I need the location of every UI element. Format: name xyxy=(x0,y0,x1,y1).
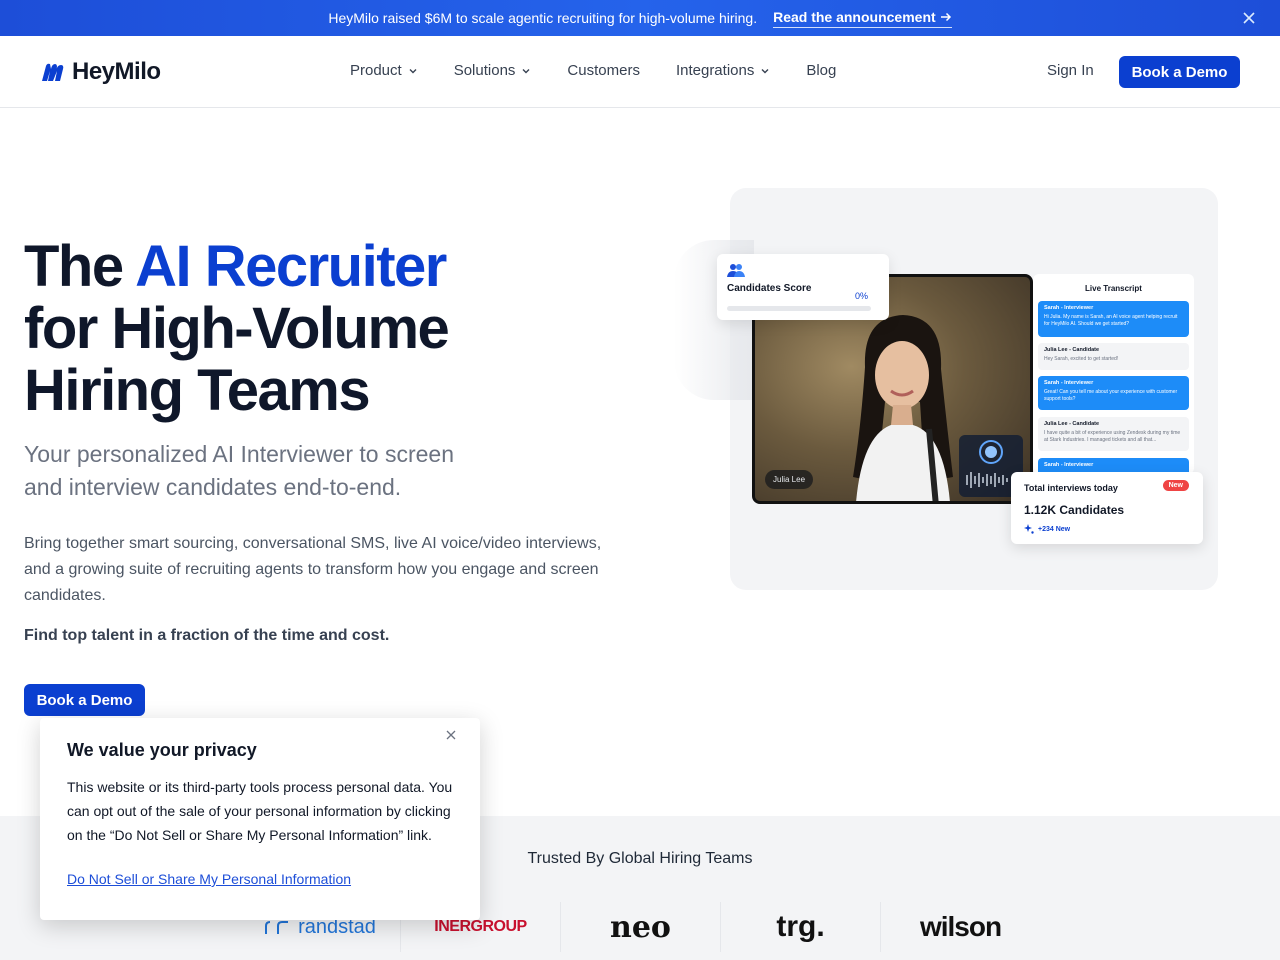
nav-item-label: Customers xyxy=(567,62,640,79)
brand-logo[interactable]: HeyMilo xyxy=(40,58,161,86)
nav-item-integrations[interactable]: Integrations xyxy=(676,62,770,79)
candidate-name-chip: Julia Lee xyxy=(765,470,814,489)
message-author: Sarah - Interviewer xyxy=(1044,462,1094,468)
nav-item-product[interactable]: Product xyxy=(350,62,418,79)
transcript-message: Sarah - Interviewer Great! Can you tell … xyxy=(1038,376,1189,410)
message-author: Sarah - Interviewer xyxy=(1044,380,1094,386)
hero-title-prefix: The xyxy=(24,234,124,299)
privacy-dialog: We value your privacy This website or it… xyxy=(40,718,480,920)
score-progress-bar xyxy=(727,306,871,311)
nav-item-label: Blog xyxy=(806,62,837,79)
users-icon xyxy=(727,264,745,277)
heymilo-logo-icon xyxy=(42,63,64,81)
chevron-down-icon xyxy=(409,68,417,73)
brand-name: HeyMilo xyxy=(72,58,161,85)
logo-text: neo xyxy=(610,909,671,945)
transcript-title: Live Transcript xyxy=(1085,284,1142,293)
hero-emphasis: Find top talent in a fraction of the tim… xyxy=(24,627,390,644)
nav-item-solutions[interactable]: Solutions xyxy=(454,62,532,79)
announcement-message: HeyMilo raised $6M to scale agentic recr… xyxy=(328,10,758,26)
randstad-mark-icon xyxy=(265,921,289,934)
candidates-score-card: Candidates Score 0% xyxy=(717,254,889,320)
main-menu: Product Solutions Customers Integrations… xyxy=(350,62,872,79)
logo-text: INERGROUP xyxy=(434,918,527,935)
score-label: Candidates Score xyxy=(727,283,812,294)
transcript-message: Sarah - Interviewer Hi Julia. My name is… xyxy=(1038,301,1189,337)
message-text: Hi Julia. My name is Sarah, an AI voice … xyxy=(1044,314,1178,327)
nav-item-label: Integrations xyxy=(675,62,755,79)
nav-book-demo-button[interactable]: Book a Demo xyxy=(1119,56,1240,88)
message-author: Sarah - Interviewer xyxy=(1044,305,1094,311)
announcement-link[interactable]: Read the announcement xyxy=(773,9,952,28)
privacy-text: This website or its third-party tools pr… xyxy=(67,779,453,843)
logo-text: wilson xyxy=(919,911,1002,942)
do-not-sell-link[interactable]: Do Not Sell or Share My Personal Informa… xyxy=(67,871,351,887)
new-badge: New xyxy=(1162,480,1189,491)
sparkle-icon xyxy=(1024,524,1034,534)
message-text: I have quite a bit of experience using Z… xyxy=(1044,430,1181,443)
privacy-title: We value your privacy xyxy=(67,740,257,760)
total-interviews-card: Total interviews today New 1.12K Candida… xyxy=(1011,472,1203,544)
message-author: Julia Lee - Candidate xyxy=(1044,421,1100,427)
announcement-link-label: Read the announcement xyxy=(773,8,936,25)
hero-title-accent: AI Recruiter xyxy=(135,234,447,299)
totals-delta-text: +234 New xyxy=(1038,525,1071,533)
chevron-down-icon xyxy=(761,68,769,73)
wilson-logo: wilson xyxy=(880,902,1040,952)
message-text: Great! Can you tell me about your experi… xyxy=(1044,389,1178,402)
live-transcript-panel: Live Transcript Sarah - Interviewer Hi J… xyxy=(1033,274,1194,474)
announcement-bar: HeyMilo raised $6M to scale agentic recr… xyxy=(0,0,1280,36)
hero-subtitle: Your personalized AI Interviewer to scre… xyxy=(24,441,455,500)
hero-description: Bring together smart sourcing, conversat… xyxy=(24,535,602,604)
logo-text: trg. xyxy=(776,910,825,943)
message-author: Julia Lee - Candidate xyxy=(1044,347,1100,353)
arrow-right-icon xyxy=(940,12,951,21)
nav-item-blog[interactable]: Blog xyxy=(806,62,836,79)
hero-title-line2: for High-Volume xyxy=(24,296,450,361)
hero-title-line3: Hiring Teams xyxy=(24,358,371,423)
top-navigation: HeyMilo Product Solutions Customers Inte… xyxy=(0,36,1280,108)
nav-item-label: Solutions xyxy=(453,62,516,79)
nav-item-customers[interactable]: Customers xyxy=(567,62,640,79)
hero-title: The AI Recruiter for High-Volume Hiring … xyxy=(24,234,450,423)
neo-logo: neo xyxy=(560,902,720,952)
hero-book-demo-button[interactable]: Book a Demo xyxy=(24,684,145,716)
close-announcement-icon[interactable] xyxy=(1240,9,1258,27)
trg-logo: trg. xyxy=(720,902,880,952)
close-icon[interactable] xyxy=(444,728,458,742)
totals-label: Total interviews today xyxy=(1024,483,1118,493)
chevron-down-icon xyxy=(522,68,530,73)
candidate-photo xyxy=(853,315,953,501)
nav-item-label: Product xyxy=(350,62,402,79)
score-value: 0% xyxy=(854,291,868,301)
transcript-message: Julia Lee - Candidate I have quite a bit… xyxy=(1038,417,1189,451)
message-text: Hey Sarah, excited to get started! xyxy=(1044,356,1119,362)
transcript-message: Julia Lee - Candidate Hey Sarah, excited… xyxy=(1038,343,1189,370)
sign-in-link[interactable]: Sign In xyxy=(1047,62,1094,79)
totals-delta: +234 New xyxy=(1024,524,1070,534)
totals-value: 1.12K Candidates xyxy=(1024,503,1125,517)
